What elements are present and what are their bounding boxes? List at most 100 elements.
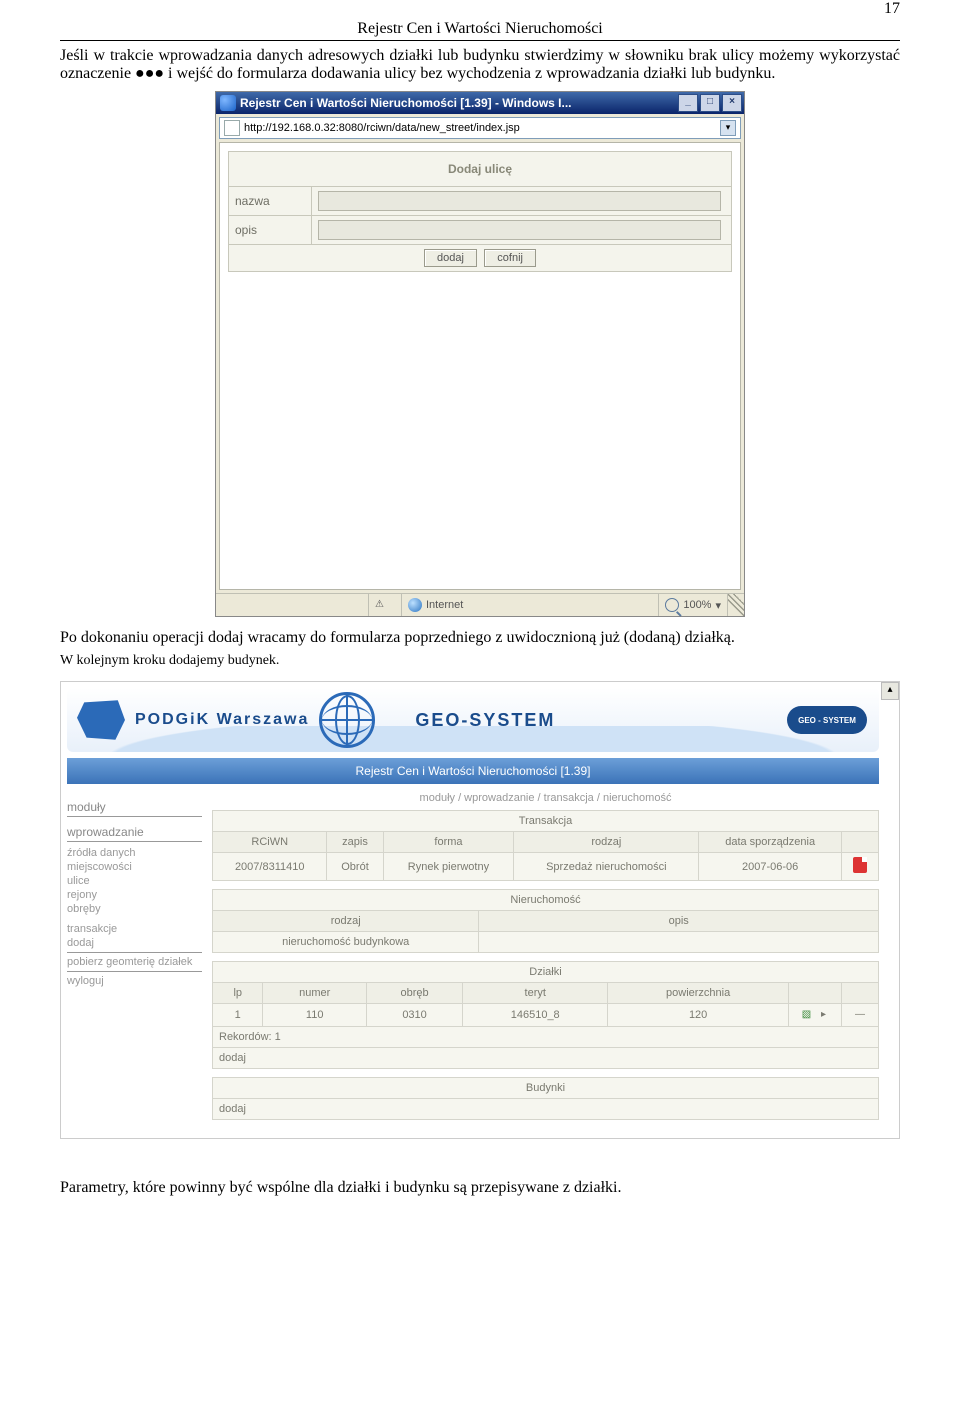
breadcrumb: moduły / wprowadzanie / transakcja / nie… [212,792,879,804]
td-nier-rodzaj: nieruchomość budynkowa [213,932,479,953]
sidebar-link-miejscowosci[interactable]: miejscowości [67,860,202,874]
page-favicon [224,120,240,136]
sidebar-divider-2 [67,971,202,972]
sidebar-link-dodaj[interactable]: dodaj [67,936,202,950]
address-dropdown-button[interactable]: ▾ [720,120,736,136]
property-table: Nieruchomość rodzaj opis nieruchomość bu… [212,889,879,953]
transaction-row[interactable]: 2007/8311410 Obrót Rynek pierwotny Sprze… [213,853,879,881]
app-screenshot: ▴ PODGiK Warszawa GEO-SYSTEM GEO - SYSTE… [60,681,900,1139]
delete-icon[interactable]: — [853,1008,867,1022]
podgik-logo [77,698,125,742]
parcels-add-label: dodaj [219,1052,246,1064]
sidebar-link-geometria[interactable]: pobierz geomterię działek [67,955,202,969]
button-row: dodaj cofnij [229,245,732,272]
parcels-header: Działki [213,962,879,983]
name-input[interactable] [318,191,721,211]
td-zapis: Obrót [327,853,383,881]
internet-icon [408,598,422,612]
desc-input[interactable] [318,220,721,240]
brand-badge: GEO - SYSTEM [787,706,867,734]
url-text: http://192.168.0.32:8080/rciwn/data/new_… [244,122,716,134]
th-nier-rodzaj: rodzaj [213,911,479,932]
status-empty2: ⚠ [369,594,402,616]
td-pow: 120 [608,1004,789,1027]
zone-text: Internet [426,599,463,611]
buildings-add-row[interactable]: dodaj [213,1099,879,1120]
th-pow: powierzchnia [608,983,789,1004]
main-panel: moduły / wprowadzanie / transakcja / nie… [212,792,879,1128]
buildings-table: Budynki dodaj [212,1077,879,1120]
sidebar-divider-1 [67,952,202,953]
warning-icon: ⚠ [375,598,389,612]
address-bar[interactable]: http://192.168.0.32:8080/rciwn/data/new_… [219,117,741,139]
window-title: Rejestr Cen i Wartości Nieruchomości [1.… [240,96,678,110]
td-pdf[interactable] [842,853,879,881]
th-forma: forma [383,832,514,853]
td-row-icons: ▧ ▸ [789,1004,842,1027]
window-titlebar[interactable]: Rejestr Cen i Wartości Nieruchomości [1.… [216,92,744,114]
add-button[interactable]: dodaj [424,249,477,267]
th-data: data sporządzenia [699,832,842,853]
paragraph-next-step: W kolejnym kroku dodajemy budynek. [60,653,900,669]
td-obreb: 0310 [366,1004,462,1027]
th-nier-opis: opis [479,911,879,932]
td-rciwn: 2007/8311410 [213,853,327,881]
pdf-icon[interactable] [853,857,867,873]
form-title: Dodaj ulicę [229,152,732,187]
maximize-button[interactable]: □ [700,94,720,112]
sidebar-link-rejony[interactable]: rejony [67,888,202,902]
status-zoom[interactable]: 100% ▾ [659,594,728,616]
minimize-button[interactable]: _ [678,94,698,112]
td-rodzaj: Sprzedaż nieruchomości [514,853,699,881]
th-actions2 [842,983,879,1004]
input-name-cell [312,187,732,216]
parcels-table: Działki lp numer obręb teryt powierzchni… [212,961,879,1069]
intro-paragraph: Jeśli w trakcie wprowadzania danych adre… [60,47,900,83]
td-teryt: 146510_8 [463,1004,608,1027]
header-title: Rejestr Cen i Wartości Nieruchomości [60,20,900,40]
arrow-icon[interactable]: ▸ [817,1008,831,1022]
page-header: Rejestr Cen i Wartości Nieruchomości 17 [60,20,900,41]
td-nier-opis [479,932,879,953]
label-desc: opis [229,216,312,245]
globe-icon [319,692,375,748]
sidebar-link-wyloguj[interactable]: wyloguj [67,974,202,988]
th-zapis: zapis [327,832,383,853]
ie-icon [220,95,236,111]
close-button[interactable]: × [722,94,742,112]
th-teryt: teryt [463,983,608,1004]
ie-popup-window: Rejestr Cen i Wartości Nieruchomości [1.… [215,91,745,617]
property-row[interactable]: nieruchomość budynkowa [213,932,879,953]
label-name: nazwa [229,187,312,216]
th-rodzaj: rodzaj [514,832,699,853]
transaction-table: Transakcja RCiWN zapis forma rodzaj data… [212,810,879,881]
sidebar-link-transakcje[interactable]: transakcje [67,922,202,936]
status-zone: Internet [402,594,659,616]
td-data: 2007-06-06 [699,853,842,881]
sidebar-group-wprowadzanie: wprowadzanie [67,823,202,842]
resize-grip[interactable] [728,594,744,616]
buildings-add-label: dodaj [219,1103,246,1115]
td-row-delete[interactable]: — [842,1004,879,1027]
th-lp: lp [213,983,263,1004]
sidebar: moduły wprowadzanie źródła danych miejsc… [67,792,202,1128]
paragraph-after-popup: Po dokonaniu operacji dodaj wracamy do f… [60,629,900,647]
th-rciwn: RCiWN [213,832,327,853]
sidebar-link-obreby[interactable]: obręby [67,902,202,916]
parcels-add-row[interactable]: dodaj [213,1048,879,1069]
brand-text-1: PODGiK Warszawa [135,711,309,729]
zoom-icon [665,598,679,612]
scroll-up-button[interactable]: ▴ [881,682,899,700]
sidebar-group-moduly: moduły [67,798,202,817]
th-actions1 [789,983,842,1004]
map-icon[interactable]: ▧ [799,1008,813,1022]
td-numer: 110 [263,1004,366,1027]
input-desc-cell [312,216,732,245]
cancel-button[interactable]: cofnij [484,249,536,267]
transaction-header: Transakcja [213,811,879,832]
parcel-row[interactable]: 1 110 0310 146510_8 120 ▧ ▸ — [213,1004,879,1027]
sidebar-link-zrodla[interactable]: źródła danych [67,846,202,860]
zoom-dropdown-icon[interactable]: ▾ [715,599,721,612]
sidebar-link-ulice[interactable]: ulice [67,874,202,888]
th-pdf [842,832,879,853]
